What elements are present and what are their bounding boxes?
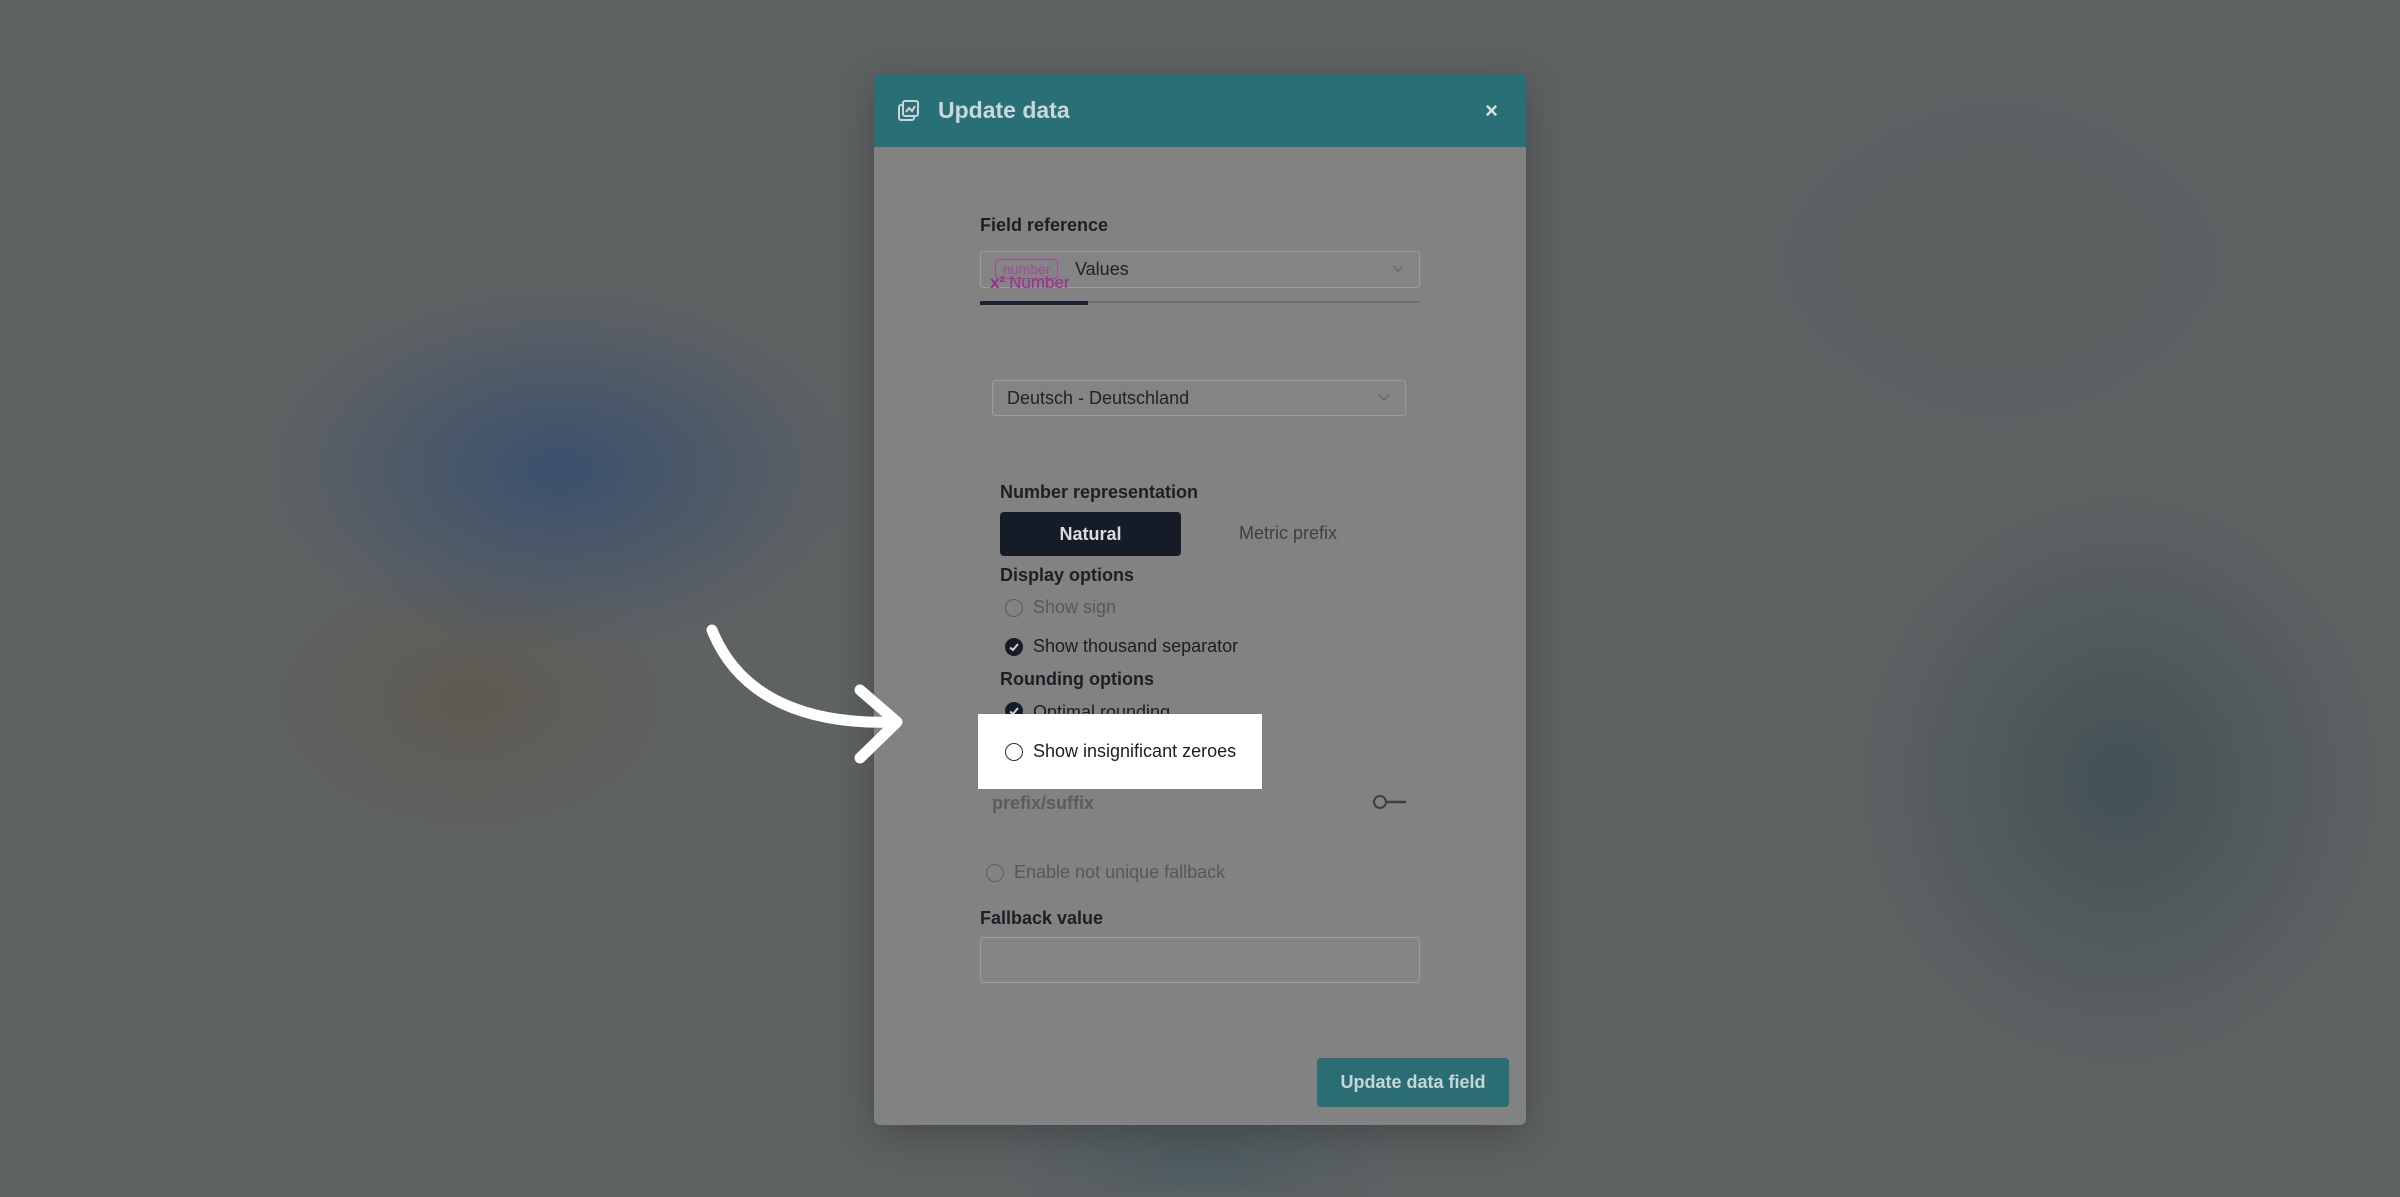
locale-select[interactable]: Deutsch - Deutschland xyxy=(992,380,1406,416)
natural-button[interactable]: Natural xyxy=(1000,512,1181,556)
enable-not-unique-fallback-option[interactable]: Enable not unique fallback xyxy=(986,862,1225,883)
chevron-down-icon xyxy=(1378,394,1390,402)
field-reference-label: Field reference xyxy=(980,215,1109,235)
show-sign-label: Show sign xyxy=(1033,597,1117,617)
modal-title: Update data xyxy=(938,97,1070,123)
metric-prefix-button[interactable]: Metric prefix xyxy=(1239,523,1337,544)
show-insignificant-zeroes-label: Show insignificant zeroes xyxy=(1033,741,1237,761)
number-representation-label: Number representation xyxy=(1000,482,1199,502)
show-thousand-separator-label: Show thousand separator xyxy=(1033,636,1239,656)
optimal-rounding-option[interactable]: Optimal rounding xyxy=(1005,702,1170,714)
tab-number-label: Number xyxy=(1009,273,1070,292)
checkmark-icon xyxy=(1005,702,1023,714)
optimal-rounding-label: Optimal rounding xyxy=(1033,702,1171,714)
highlight-callout: Show insignificant zeroes xyxy=(978,714,1262,789)
show-sign-option[interactable]: Show sign xyxy=(1005,597,1116,618)
radio-unchecked-icon xyxy=(1005,742,1023,761)
pointer-arrow-icon xyxy=(706,624,903,764)
update-data-field-button[interactable]: Update data field xyxy=(1317,1058,1509,1107)
enable-not-unique-fallback-label: Enable not unique fallback xyxy=(1014,862,1226,882)
fallback-value-label: Fallback value xyxy=(980,908,1104,928)
data-update-icon xyxy=(898,99,919,121)
superscript-x-icon: x² xyxy=(990,273,1006,292)
modal-header: Update data × xyxy=(874,74,1526,147)
toggle-switch-icon[interactable] xyxy=(1372,792,1408,812)
radio-unchecked-icon xyxy=(1005,598,1023,617)
close-icon[interactable]: × xyxy=(1485,98,1498,124)
rounding-options-label: Rounding options xyxy=(1000,669,1154,689)
checkmark-icon xyxy=(1005,637,1023,656)
update-data-modal: Update data × Field reference number Val… xyxy=(874,74,1526,1125)
tab-number[interactable]: x² Number xyxy=(980,269,1088,305)
radio-unchecked-icon xyxy=(986,863,1004,882)
display-options-label: Display options xyxy=(1000,565,1135,585)
fallback-value-input[interactable] xyxy=(980,937,1420,983)
show-thousand-separator-option[interactable]: Show thousand separator xyxy=(1005,636,1238,657)
locale-value: Deutsch - Deutschland xyxy=(1007,388,1190,408)
show-insignificant-zeroes-option[interactable]: Show insignificant zeroes xyxy=(1005,741,1236,762)
chevron-down-icon xyxy=(1392,265,1404,273)
prefix-suffix-label: prefix/suffix xyxy=(992,793,1095,813)
